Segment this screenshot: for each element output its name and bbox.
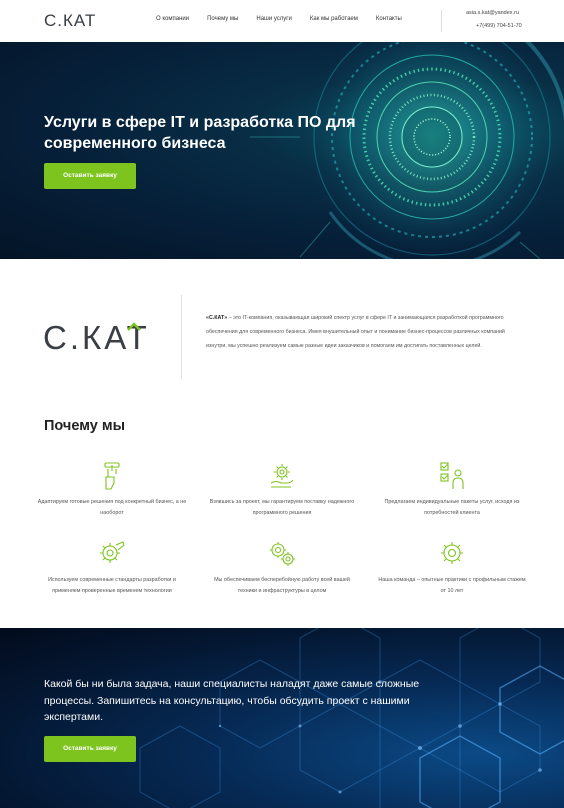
cta-text: Какой бы ни была задача, наши специалист… — [44, 678, 420, 723]
nav-contacts[interactable]: Контакты — [376, 16, 402, 22]
cta-section: Какой бы ни была задача, наши специалист… — [0, 628, 564, 808]
contact-email[interactable]: asia.s.kat@yandex.ru — [466, 10, 519, 16]
nav-services[interactable]: Наши услуги — [256, 16, 291, 22]
hero-section: Услуги в сфере IT и разработка ПО для со… — [0, 42, 564, 259]
feature-text: Мы обеспечиваем бесперебойную работу все… — [214, 577, 350, 594]
hero-request-button[interactable]: Оставить заявку — [44, 163, 136, 189]
feature-text: Наша команда – опытные практики с профил… — [378, 577, 526, 594]
main-nav: О компании Почему мы Наши услуги Как мы … — [156, 16, 420, 22]
sliders-icon — [104, 462, 120, 490]
hero-title: Услуги в сфере IT и разработка ПО для со… — [44, 114, 356, 152]
nav-why-us[interactable]: Почему мы — [207, 16, 238, 22]
nav-how-we-work[interactable]: Как мы работаем — [310, 16, 358, 22]
gear-wrench-icon — [100, 541, 125, 563]
feature-item: Адаптируем готовые решения под конкретны… — [37, 461, 187, 518]
about-company-name: «С.КАТ» — [206, 315, 228, 321]
checklist-person-icon — [440, 462, 464, 489]
gear-hand-icon — [270, 464, 294, 488]
feature-item: Используем современные стандарты разрабо… — [37, 539, 187, 596]
feature-text: Взявшись за проект, мы гарантируем поста… — [209, 499, 355, 516]
logo[interactable]: С.КАТ — [44, 11, 100, 29]
feature-item: Наша команда – опытные практики с профил… — [377, 539, 527, 596]
feature-item: Взявшись за проект, мы гарантируем поста… — [207, 461, 357, 518]
feature-item: Мы обеспечиваем бесперебойную работу все… — [207, 539, 357, 596]
about-logo: С.КАТ — [43, 319, 147, 356]
site-header: С.КАТ О компании Почему мы Наши услуги К… — [0, 0, 564, 42]
about-text: – это IT-компания, оказывающая широкий с… — [206, 315, 505, 349]
nav-about[interactable]: О компании — [156, 16, 189, 22]
about-description: «С.КАТ» – это IT-компания, оказывающая ш… — [206, 312, 506, 353]
logo-text: С.КАТ — [44, 11, 96, 29]
cta-request-button[interactable]: Оставить заявку — [44, 736, 136, 762]
team-gear-icon — [441, 542, 463, 564]
header-divider — [441, 10, 442, 32]
feature-item: Предлагаем индивидуальные пакеты услуг, … — [377, 461, 527, 518]
feature-text: Адаптируем готовые решения под конкретны… — [37, 499, 187, 516]
gears-icon — [270, 542, 295, 566]
feature-text: Предлагаем индивидуальные пакеты услуг, … — [384, 499, 520, 516]
about-divider — [181, 295, 182, 379]
feature-text: Используем современные стандарты разрабо… — [48, 577, 176, 594]
contact-phone[interactable]: +7(499) 704-51-70 — [476, 23, 522, 29]
why-us-title: Почему мы — [44, 418, 125, 434]
